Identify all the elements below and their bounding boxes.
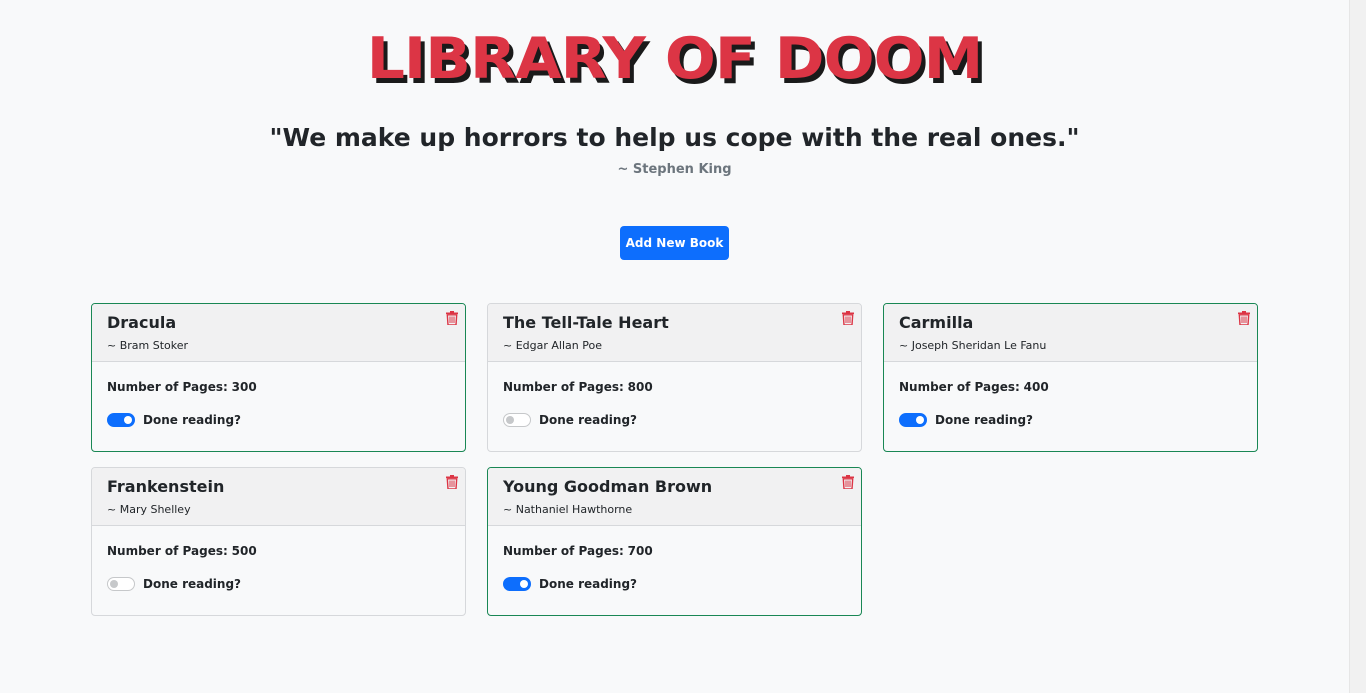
- done-reading-row: Done reading?: [107, 577, 450, 591]
- done-reading-row: Done reading?: [899, 413, 1242, 427]
- book-pages: Number of Pages: 400: [899, 379, 1242, 395]
- book-card: Young Goodman Brown ~ Nathaniel Hawthorn…: [487, 467, 862, 616]
- quote-text: "We make up horrors to help us cope with…: [269, 123, 1080, 152]
- done-reading-toggle[interactable]: [107, 577, 135, 591]
- toggle-knob: [916, 416, 924, 424]
- pages-label: Number of Pages:: [503, 380, 624, 394]
- done-reading-row: Done reading?: [503, 577, 846, 591]
- add-new-book-button[interactable]: Add New Book: [620, 226, 729, 260]
- trash-icon[interactable]: [446, 475, 458, 489]
- pages-label: Number of Pages:: [107, 380, 228, 394]
- done-reading-toggle[interactable]: [503, 413, 531, 427]
- book-card: The Tell-Tale Heart ~ Edgar Allan Poe Nu…: [487, 303, 862, 452]
- done-reading-row: Done reading?: [503, 413, 846, 427]
- book-card-body: Number of Pages: 400 Done reading?: [884, 362, 1257, 427]
- done-reading-toggle[interactable]: [107, 413, 135, 427]
- book-card: Dracula ~ Bram Stoker Number of Pages: 3…: [91, 303, 466, 452]
- page-title: LIBRARY OF DOOM: [366, 25, 984, 93]
- book-pages: Number of Pages: 300: [107, 379, 450, 395]
- done-reading-label: Done reading?: [539, 577, 638, 591]
- pages-value: 300: [231, 380, 257, 394]
- book-author: ~ Bram Stoker: [107, 339, 189, 352]
- done-reading-row: Done reading?: [107, 413, 450, 427]
- pages-value: 800: [627, 380, 653, 394]
- book-pages: Number of Pages: 700: [503, 543, 846, 559]
- book-card-header: The Tell-Tale Heart ~ Edgar Allan Poe: [488, 304, 861, 362]
- book-card-body: Number of Pages: 700 Done reading?: [488, 526, 861, 591]
- done-reading-label: Done reading?: [935, 413, 1034, 427]
- pages-label: Number of Pages:: [899, 380, 1020, 394]
- book-card-body: Number of Pages: 500 Done reading?: [92, 526, 465, 591]
- toggle-knob: [506, 416, 514, 424]
- book-title: The Tell-Tale Heart: [503, 313, 669, 332]
- done-reading-label: Done reading?: [539, 413, 638, 427]
- book-title: Dracula: [107, 313, 177, 332]
- trash-icon[interactable]: [1238, 311, 1250, 325]
- trash-icon[interactable]: [842, 311, 854, 325]
- book-pages: Number of Pages: 500: [107, 543, 450, 559]
- book-title: Frankenstein: [107, 477, 225, 496]
- done-reading-label: Done reading?: [143, 413, 242, 427]
- trash-icon[interactable]: [842, 475, 854, 489]
- quote-author: ~ Stephen King: [617, 162, 732, 177]
- book-author: ~ Mary Shelley: [107, 503, 191, 516]
- done-reading-toggle[interactable]: [899, 413, 927, 427]
- book-card-header: Carmilla ~ Joseph Sheridan Le Fanu: [884, 304, 1257, 362]
- book-card: Carmilla ~ Joseph Sheridan Le Fanu Numbe…: [883, 303, 1258, 452]
- book-card: Frankenstein ~ Mary Shelley Number of Pa…: [91, 467, 466, 616]
- book-author: ~ Edgar Allan Poe: [503, 339, 602, 352]
- book-title: Carmilla: [899, 313, 974, 332]
- pages-value: 500: [231, 544, 257, 558]
- toggle-knob: [520, 580, 528, 588]
- toggle-knob: [124, 416, 132, 424]
- pages-label: Number of Pages:: [503, 544, 624, 558]
- done-reading-toggle[interactable]: [503, 577, 531, 591]
- book-card-header: Dracula ~ Bram Stoker: [92, 304, 465, 362]
- page: LIBRARY OF DOOM "We make up horrors to h…: [0, 0, 1349, 693]
- pages-value: 700: [627, 544, 653, 558]
- trash-icon[interactable]: [446, 311, 458, 325]
- done-reading-label: Done reading?: [143, 577, 242, 591]
- book-pages: Number of Pages: 800: [503, 379, 846, 395]
- book-card-body: Number of Pages: 800 Done reading?: [488, 362, 861, 427]
- book-card-body: Number of Pages: 300 Done reading?: [92, 362, 465, 427]
- book-card-header: Young Goodman Brown ~ Nathaniel Hawthorn…: [488, 468, 861, 526]
- book-title: Young Goodman Brown: [503, 477, 713, 496]
- vertical-scrollbar[interactable]: [1349, 0, 1366, 693]
- book-card-header: Frankenstein ~ Mary Shelley: [92, 468, 465, 526]
- pages-label: Number of Pages:: [107, 544, 228, 558]
- pages-value: 400: [1023, 380, 1049, 394]
- book-author: ~ Nathaniel Hawthorne: [503, 503, 633, 516]
- book-author: ~ Joseph Sheridan Le Fanu: [899, 339, 1047, 352]
- toggle-knob: [110, 580, 118, 588]
